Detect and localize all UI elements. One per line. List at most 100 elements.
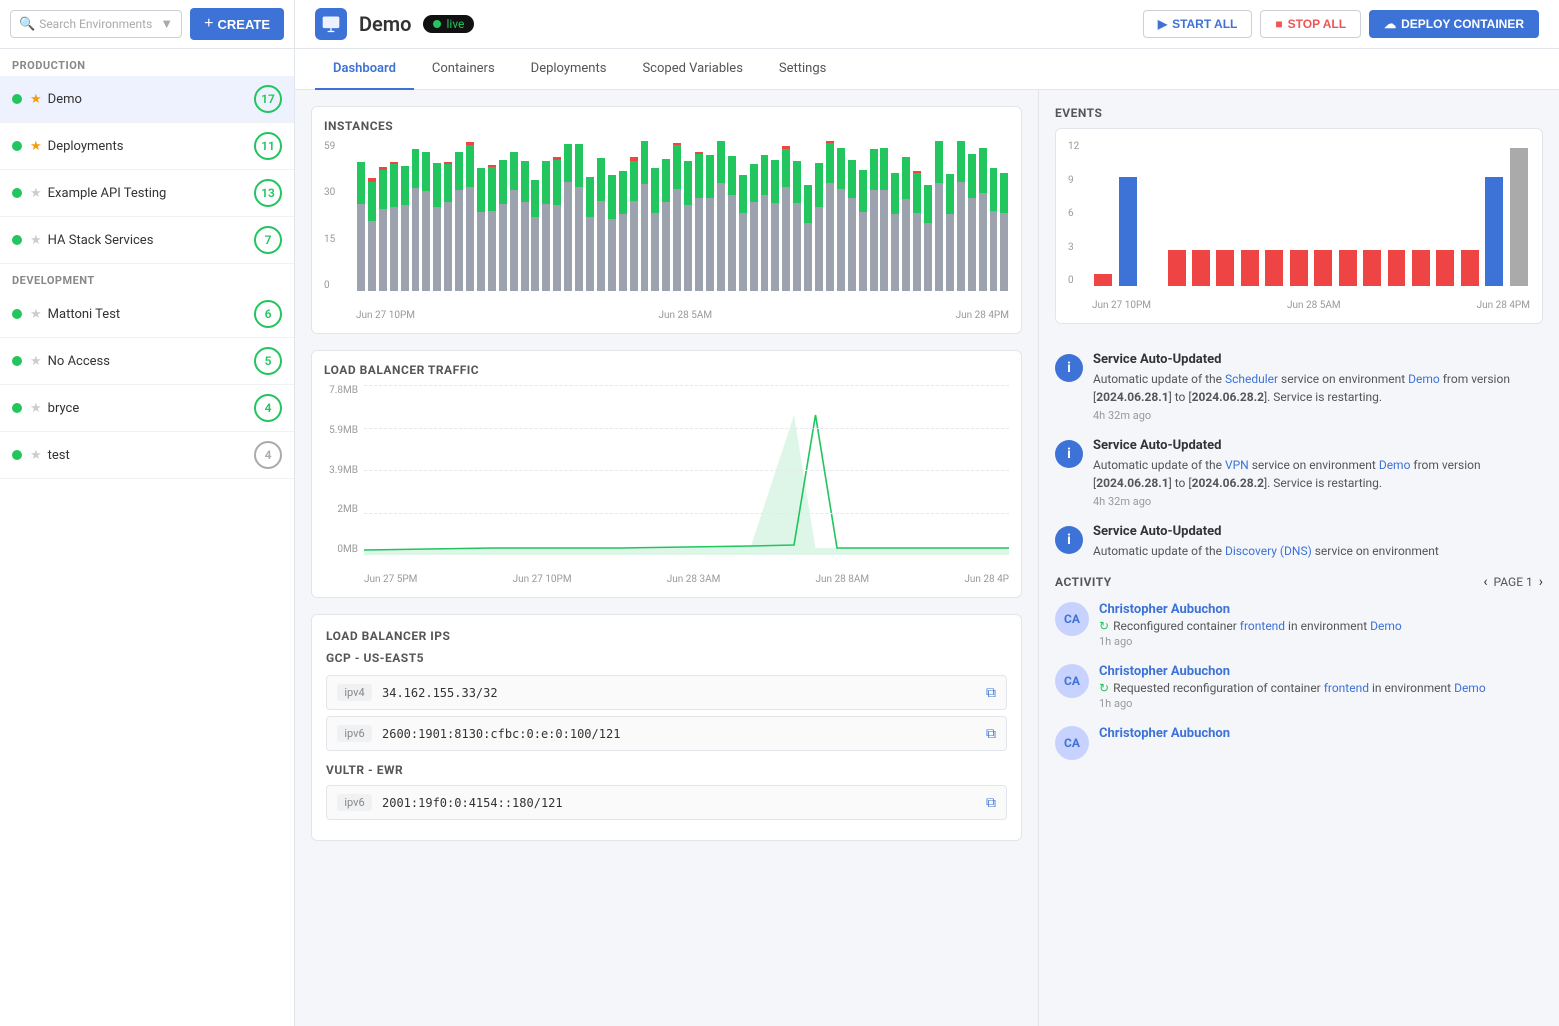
demo-env-link[interactable]: Demo — [1370, 619, 1402, 633]
event-icon: i — [1055, 440, 1083, 468]
refresh-icon: ↻ — [1099, 681, 1109, 695]
events-section: EVENTS 12 9 6 3 0 — [1055, 106, 1543, 338]
bar-group — [825, 141, 835, 291]
events-y-axis: 12 9 6 3 0 — [1068, 141, 1088, 286]
sidebar-item-ha-stack[interactable]: ★ HA Stack Services 7 — [0, 217, 294, 264]
bar-group — [465, 141, 475, 291]
search-box[interactable]: 🔍 Search Environments ▼ — [10, 10, 182, 38]
event-item-1: i Service Auto-Updated Automatic update … — [1055, 352, 1543, 422]
sidebar-item-example-api[interactable]: ★ Example API Testing 13 — [0, 170, 294, 217]
bar-group — [498, 141, 508, 291]
bar-group — [400, 141, 410, 291]
lb-traffic-x-axis: Jun 27 5PM Jun 27 10PM Jun 28 3AM Jun 28… — [364, 560, 1009, 585]
ip-type: ipv6 — [337, 794, 372, 811]
demo-link[interactable]: Demo — [1408, 372, 1440, 386]
env-name: Example API Testing — [48, 186, 254, 201]
activity-content-3: Christopher Aubuchon — [1099, 726, 1230, 741]
bar-group — [650, 141, 660, 291]
next-page-button[interactable]: › — [1539, 574, 1543, 590]
copy-icon[interactable]: ⧉ — [986, 726, 996, 742]
bar-group — [432, 141, 442, 291]
main-content: Demo live ▶ START ALL ■ STOP ALL ☁ DEPLO… — [295, 0, 1559, 1026]
pagination: ‹ PAGE 1 › — [1483, 574, 1543, 590]
tab-dashboard[interactable]: Dashboard — [315, 49, 414, 90]
sidebar-header: 🔍 Search Environments ▼ + CREATE — [0, 0, 294, 49]
start-all-button[interactable]: ▶ START ALL — [1143, 10, 1253, 38]
tab-deployments[interactable]: Deployments — [513, 49, 625, 90]
bar-group — [967, 141, 977, 291]
bar-group — [541, 141, 551, 291]
star-icon: ★ — [30, 92, 42, 107]
tab-scoped-variables[interactable]: Scoped Variables — [624, 49, 760, 90]
bar-group — [487, 141, 497, 291]
env-icon — [315, 8, 347, 40]
page-title: Demo — [359, 12, 411, 36]
section-label-production: PRODUCTION — [0, 49, 294, 76]
bar-group — [509, 141, 519, 291]
bar-group — [356, 141, 366, 291]
search-icon: 🔍 — [19, 17, 35, 32]
bar-group — [705, 141, 715, 291]
activity-item-2: CA Christopher Aubuchon ↻Requested recon… — [1055, 664, 1543, 710]
bar-group — [814, 141, 824, 291]
instances-bars — [356, 141, 1009, 291]
lb-ips-section: LOAD BALANCER IPS GCP - US-EAST5 ipv4 34… — [311, 614, 1022, 841]
bar-group — [912, 141, 922, 291]
copy-icon[interactable]: ⧉ — [986, 795, 996, 811]
activity-time: 1h ago — [1099, 635, 1402, 648]
bar-group — [378, 141, 388, 291]
deploy-container-button[interactable]: ☁ DEPLOY CONTAINER — [1369, 10, 1539, 38]
event-desc: Automatic update of the Scheduler servic… — [1093, 370, 1543, 406]
bar-group — [585, 141, 595, 291]
sidebar-item-deployments[interactable]: ★ Deployments 11 — [0, 123, 294, 170]
bar-group — [520, 141, 530, 291]
tab-containers[interactable]: Containers — [414, 49, 513, 90]
create-button[interactable]: + CREATE — [190, 8, 284, 40]
frontend-link[interactable]: frontend — [1240, 619, 1285, 633]
star-icon: ★ — [30, 307, 42, 322]
instances-chart-container: INSTANCES 59 30 15 0 Jun 27 10PM Jun 28 … — [311, 106, 1022, 334]
avatar-1: CA — [1055, 602, 1089, 636]
sidebar-item-mattoni[interactable]: ★ Mattoni Test 6 — [0, 291, 294, 338]
status-dot — [12, 235, 22, 245]
bar-group — [629, 141, 639, 291]
events-list: i Service Auto-Updated Automatic update … — [1055, 352, 1543, 560]
bar-group — [999, 141, 1009, 291]
sidebar-item-demo[interactable]: ★ Demo 17 — [0, 76, 294, 123]
activity-user[interactable]: Christopher Aubuchon — [1099, 664, 1486, 679]
env-badge: 11 — [254, 132, 282, 160]
topbar-left: Demo live — [315, 8, 474, 40]
demo-env-link-2[interactable]: Demo — [1454, 681, 1486, 695]
star-icon: ★ — [30, 354, 42, 369]
prev-page-button[interactable]: ‹ — [1483, 574, 1487, 590]
live-badge: live — [423, 15, 474, 33]
live-label: live — [446, 17, 464, 31]
lb-ips-title: LOAD BALANCER IPS — [326, 629, 1007, 643]
bar-group — [901, 141, 911, 291]
activity-user[interactable]: Christopher Aubuchon — [1099, 602, 1402, 617]
dns-link[interactable]: Discovery (DNS) — [1225, 544, 1312, 558]
bar-group — [978, 141, 988, 291]
tab-settings[interactable]: Settings — [761, 49, 844, 90]
event-desc: Automatic update of the VPN service on e… — [1093, 456, 1543, 492]
stop-icon: ■ — [1275, 17, 1282, 31]
bar-group — [770, 141, 780, 291]
sidebar-item-test[interactable]: ★ test 4 — [0, 432, 294, 479]
bar-group — [781, 141, 791, 291]
activity-user[interactable]: Christopher Aubuchon — [1099, 726, 1230, 741]
scheduler-link[interactable]: Scheduler — [1225, 372, 1278, 386]
sidebar-item-bryce[interactable]: ★ bryce 4 — [0, 385, 294, 432]
event-time: 4h 32m ago — [1093, 409, 1543, 422]
stop-all-button[interactable]: ■ STOP ALL — [1260, 10, 1361, 38]
copy-icon[interactable]: ⧉ — [986, 685, 996, 701]
instances-title: INSTANCES — [324, 119, 1009, 133]
frontend-link-2[interactable]: frontend — [1324, 681, 1369, 695]
env-badge: 4 — [254, 441, 282, 469]
bar-group — [618, 141, 628, 291]
sidebar-item-no-access[interactable]: ★ No Access 5 — [0, 338, 294, 385]
demo-link-2[interactable]: Demo — [1379, 458, 1411, 472]
bar-group — [683, 141, 693, 291]
vpn-link[interactable]: VPN — [1225, 458, 1249, 472]
bar-group — [945, 141, 955, 291]
live-dot — [433, 20, 441, 28]
